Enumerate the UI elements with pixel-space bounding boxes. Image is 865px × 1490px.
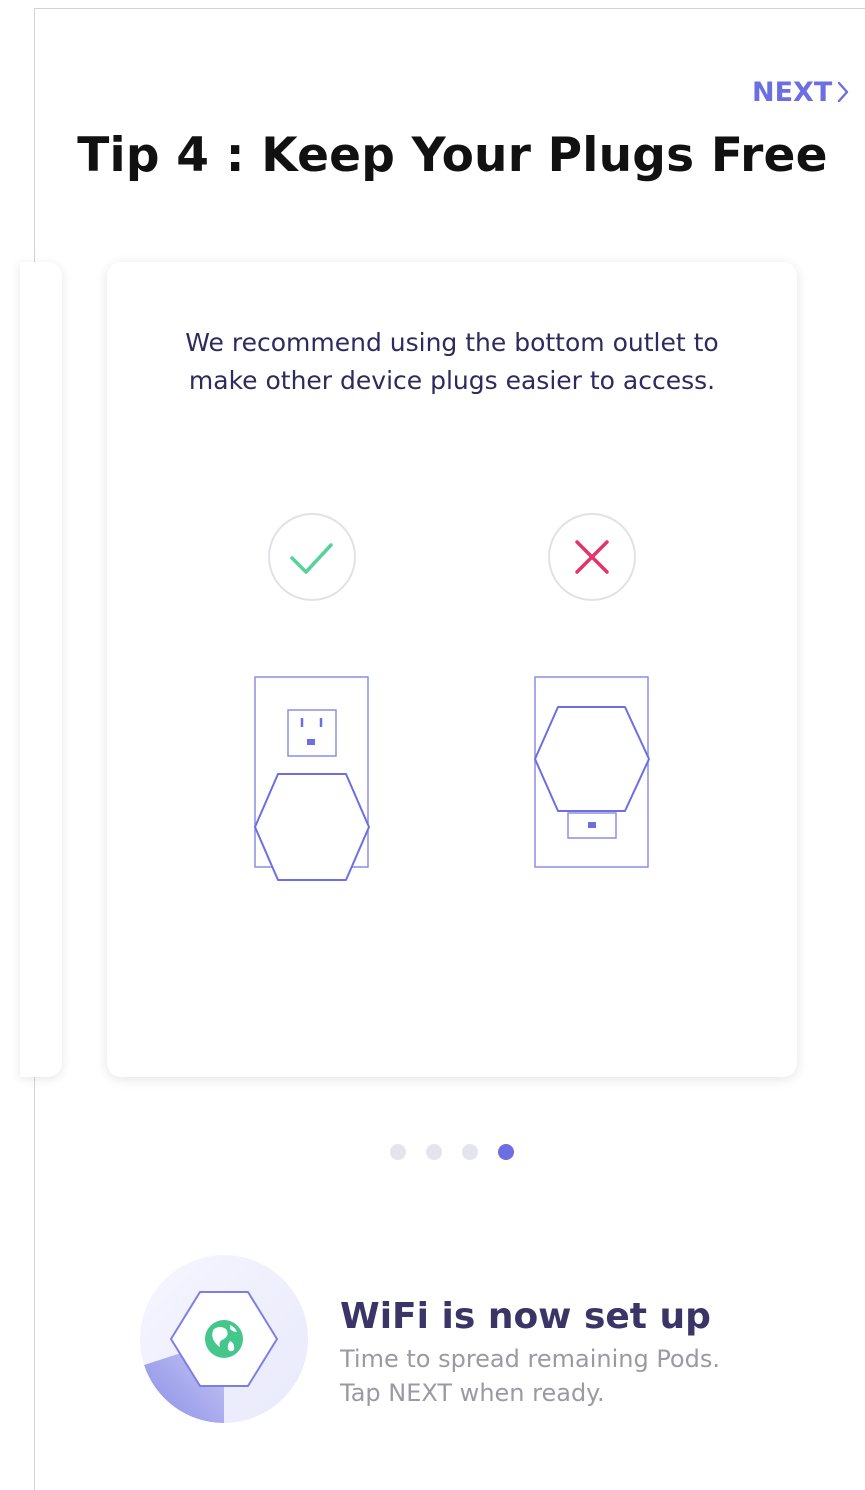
chevron-right-icon: [838, 81, 849, 103]
incorrect-outlet-diagram: [534, 676, 650, 868]
correct-option-badge: [268, 513, 356, 601]
page-dot[interactable]: [390, 1144, 406, 1160]
onboarding-screen: NEXT Tip 4 : Keep Your Plugs Free We rec…: [0, 0, 865, 1490]
page-dot[interactable]: [462, 1144, 478, 1160]
page-dot-active[interactable]: [498, 1144, 514, 1160]
tip-card[interactable]: We recommend using the bottom outlet to …: [107, 262, 797, 1077]
globe-icon: [205, 1320, 243, 1358]
pod-icon: [254, 773, 370, 881]
status-subtitle-line2: Tap NEXT when ready.: [340, 1379, 605, 1407]
page-indicator: [390, 1144, 514, 1160]
next-label: NEXT: [752, 76, 833, 108]
frame-border-top: [34, 8, 865, 9]
setup-progress-badge: [140, 1255, 308, 1423]
previous-tip-card[interactable]: [20, 262, 62, 1077]
page-title: Tip 4 : Keep Your Plugs Free: [77, 128, 828, 183]
status-title: WiFi is now set up: [340, 1296, 711, 1337]
correct-outlet-diagram: [254, 676, 370, 881]
pod-icon: [534, 706, 650, 812]
page-dot[interactable]: [426, 1144, 442, 1160]
next-button[interactable]: NEXT: [752, 74, 850, 110]
status-subtitle-line1: Time to spread remaining Pods.: [340, 1345, 720, 1373]
incorrect-option-badge: [548, 513, 636, 601]
outlet-illustration: [254, 513, 650, 881]
